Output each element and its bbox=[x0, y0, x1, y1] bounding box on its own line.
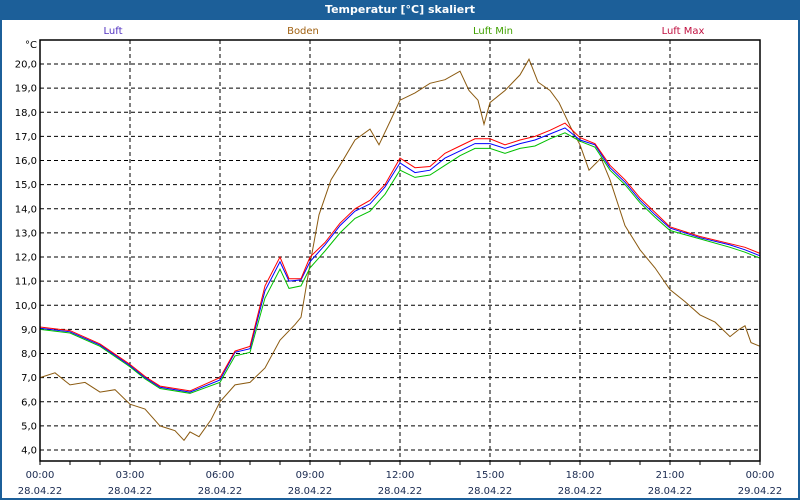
x-tick-date: 28.04.22 bbox=[198, 486, 243, 497]
y-tick-label: 17,0 bbox=[15, 132, 37, 143]
y-tick-label: 15,0 bbox=[15, 180, 37, 191]
y-tick-label: 7,0 bbox=[21, 373, 37, 384]
legend-luft-min: Luft Min bbox=[473, 26, 513, 37]
y-tick-label: 19,0 bbox=[15, 84, 37, 95]
x-tick-time: 00:00 bbox=[746, 470, 775, 481]
y-tick-label: 16,0 bbox=[15, 156, 37, 167]
series-line-luft-min bbox=[39, 132, 761, 394]
y-tick-label: 12,0 bbox=[15, 253, 37, 264]
x-tick-time: 18:00 bbox=[566, 470, 595, 481]
x-tick-date: 28.04.22 bbox=[558, 486, 603, 497]
y-tick-label: 14,0 bbox=[15, 204, 37, 215]
x-tick-date: 28.04.22 bbox=[108, 486, 153, 497]
x-tick-date: 28.04.22 bbox=[378, 486, 423, 497]
x-tick-time: 21:00 bbox=[656, 470, 685, 481]
legend-luft-max: Luft Max bbox=[662, 26, 705, 37]
x-tick-time: 09:00 bbox=[296, 470, 325, 481]
x-tick-date: 28.04.22 bbox=[648, 486, 693, 497]
x-tick-time: 06:00 bbox=[206, 470, 235, 481]
y-tick-label: 11,0 bbox=[15, 277, 37, 288]
x-tick-time: 00:00 bbox=[26, 470, 55, 481]
y-tick-label: 4,0 bbox=[21, 446, 37, 457]
x-tick-time: 15:00 bbox=[476, 470, 505, 481]
legend-boden: Boden bbox=[287, 26, 319, 37]
x-tick-time: 12:00 bbox=[386, 470, 415, 481]
x-tick-date: 29.04.22 bbox=[738, 486, 783, 497]
y-tick-label: 10,0 bbox=[15, 301, 37, 312]
y-tick-label: 18,0 bbox=[15, 108, 37, 119]
x-tick-date: 28.04.22 bbox=[18, 486, 63, 497]
y-tick-label: 13,0 bbox=[15, 228, 37, 239]
y-tick-label: 8,0 bbox=[21, 349, 37, 360]
x-tick-date: 28.04.22 bbox=[288, 486, 333, 497]
x-tick-time: 03:00 bbox=[116, 470, 145, 481]
temperature-chart: 4,0 5,0 6,0 7,0 8,0 9,0 10,0 11,0 12,0 13,0 14,0 15… bbox=[15, 26, 783, 497]
y-tick-label: 6,0 bbox=[21, 397, 37, 408]
y-tick-label: 5,0 bbox=[21, 421, 37, 432]
y-tick-label: 20,0 bbox=[15, 60, 37, 71]
legend-luft: Luft bbox=[104, 26, 123, 37]
y-axis-unit: °C bbox=[25, 40, 37, 51]
y-tick-label: 9,0 bbox=[21, 325, 37, 336]
x-tick-date: 28.04.22 bbox=[468, 486, 513, 497]
